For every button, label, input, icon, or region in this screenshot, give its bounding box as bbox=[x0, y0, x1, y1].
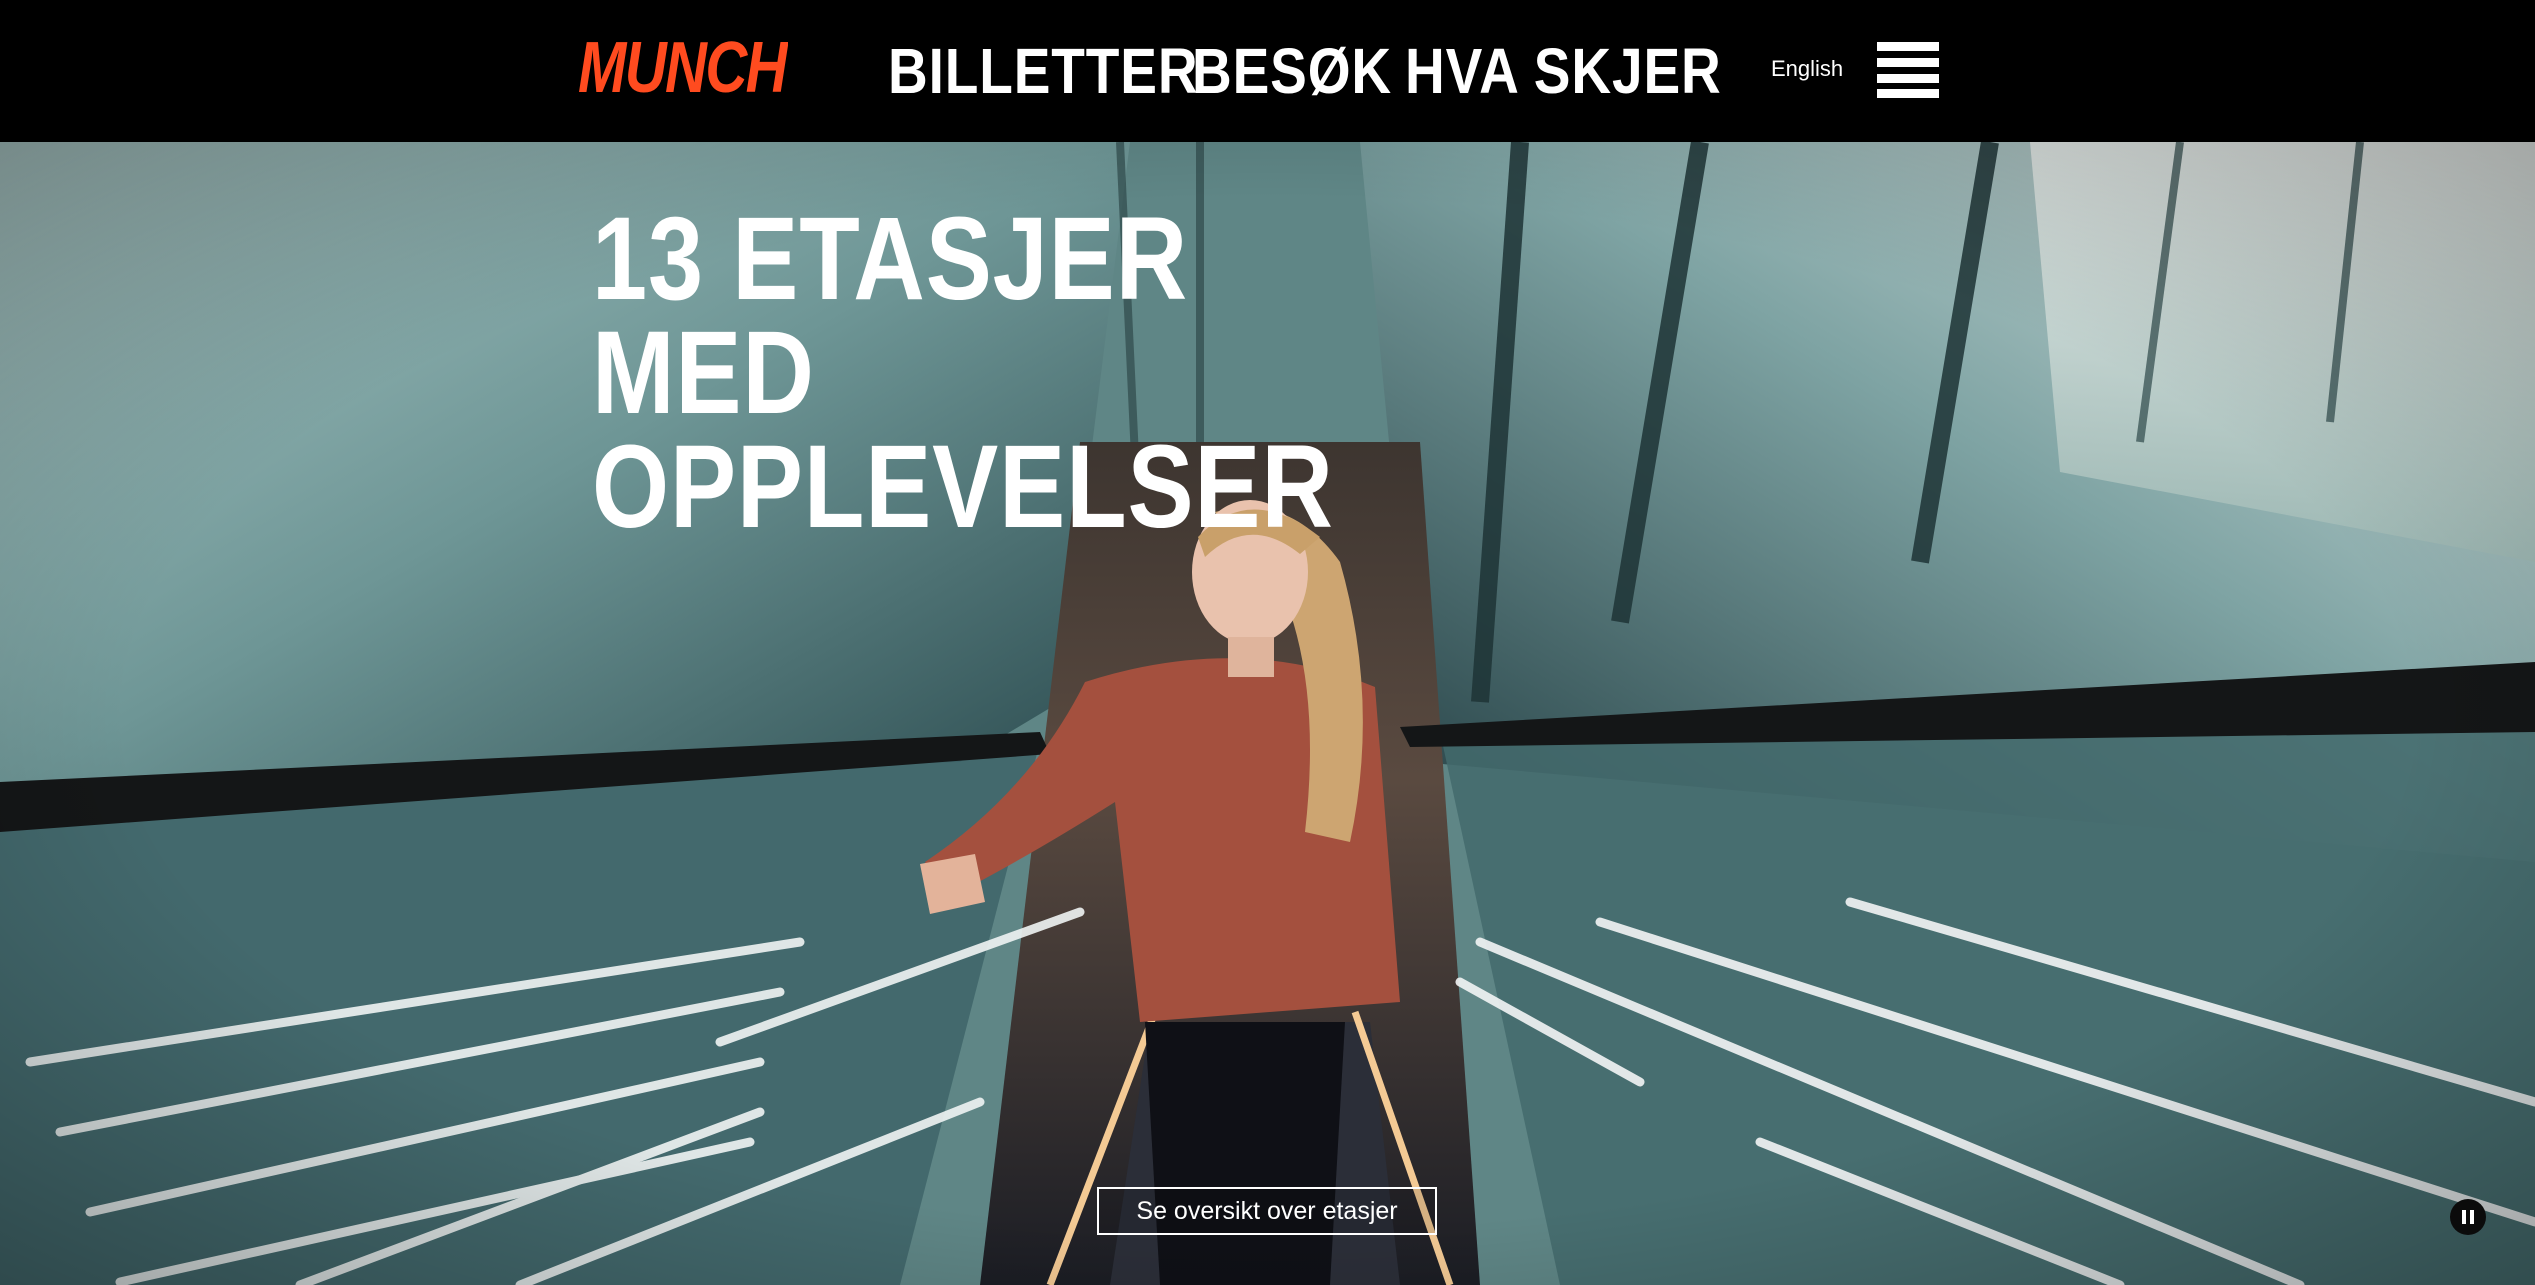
hamburger-menu-icon bbox=[1877, 42, 1939, 98]
nav-besok[interactable]: BESØK bbox=[1192, 30, 1392, 112]
munch-logo: MUNCH bbox=[578, 30, 788, 102]
hero-section: 13 ETASJER MED OPPLEVELSER Se oversikt o… bbox=[0, 142, 2535, 1285]
menu-button[interactable] bbox=[1877, 42, 1939, 98]
nav-hva-skjer[interactable]: HVA SKJER bbox=[1405, 30, 1722, 112]
hero-headline: 13 ETASJER MED OPPLEVELSER bbox=[592, 193, 1334, 553]
video-pause-button[interactable] bbox=[2450, 1199, 2486, 1235]
nav-billetter[interactable]: BILLETTER bbox=[888, 30, 1198, 112]
svg-text:MUNCH: MUNCH bbox=[578, 30, 788, 102]
language-switch-english[interactable]: English bbox=[1771, 54, 1843, 84]
pause-icon bbox=[2462, 1210, 2474, 1224]
site-header: MUNCH BILLETTER BESØK HVA SKJER English bbox=[0, 0, 2535, 142]
floor-overview-button[interactable]: Se oversikt over etasjer bbox=[1097, 1187, 1437, 1235]
